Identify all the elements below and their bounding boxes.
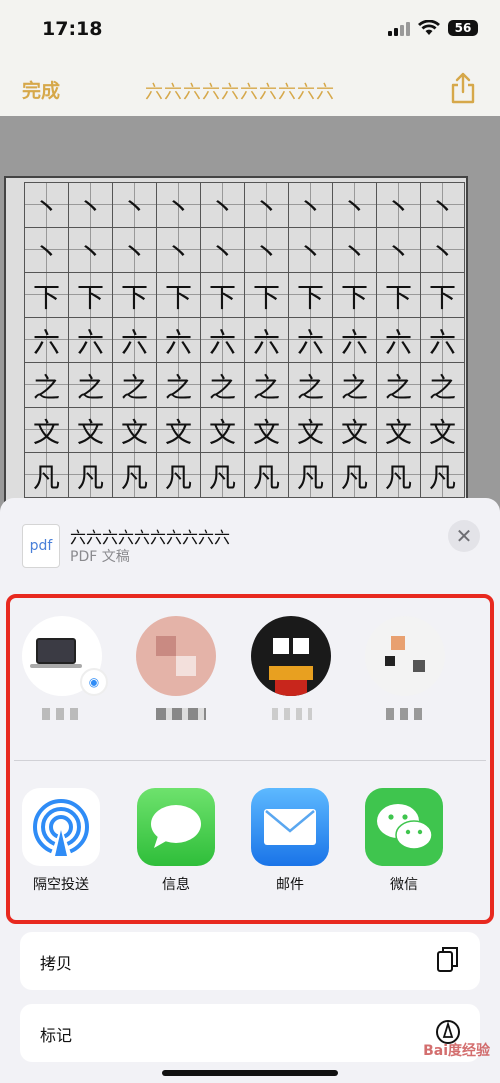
grid-cell: 丶 xyxy=(25,183,69,228)
grid-cell: 丶 xyxy=(201,183,245,228)
grid-cell: 之 xyxy=(289,363,333,408)
close-button[interactable]: ✕ xyxy=(448,520,480,552)
grid-cell: 凡 xyxy=(157,453,201,498)
grid-cell: 之 xyxy=(201,363,245,408)
document-title: 六六六六六六六六六六 xyxy=(145,82,335,103)
copy-action[interactable]: 拷贝 xyxy=(20,932,480,990)
grid-cell: 六 xyxy=(421,318,465,363)
grid-cell: 六 xyxy=(69,318,113,363)
grid-cell: 丶 xyxy=(113,228,157,273)
battery-indicator: 56 xyxy=(448,20,478,36)
grid-cell: 丶 xyxy=(333,228,377,273)
copy-icon xyxy=(434,946,462,974)
share-icon[interactable] xyxy=(450,72,476,104)
grid-cell: 下 xyxy=(421,273,465,318)
grid-cell: 之 xyxy=(69,363,113,408)
grid-cell: 凡 xyxy=(69,453,113,498)
grid-cell: 文 xyxy=(201,408,245,453)
grid-cell: 凡 xyxy=(245,453,289,498)
grid-cell: 文 xyxy=(157,408,201,453)
grid-cell: 之 xyxy=(157,363,201,408)
grid-cell: 凡 xyxy=(333,453,377,498)
grid-cell: 六 xyxy=(245,318,289,363)
copy-label: 拷贝 xyxy=(40,954,73,973)
grid-cell: 凡 xyxy=(113,453,157,498)
grid-cell: 凡 xyxy=(25,453,69,498)
markup-label: 标记 xyxy=(40,1026,73,1045)
grid-cell: 六 xyxy=(289,318,333,363)
grid-cell: 之 xyxy=(333,363,377,408)
share-sheet: pdf 六六六六六六六六六六 PDF 文稿 ✕ ◉ 隔空投送 信息 邮件 微信 … xyxy=(0,498,500,1083)
grid-cell: 下 xyxy=(245,273,289,318)
grid-cell: 下 xyxy=(333,273,377,318)
grid-cell: 文 xyxy=(69,408,113,453)
grid-cell: 下 xyxy=(113,273,157,318)
grid-cell: 丶 xyxy=(245,183,289,228)
close-icon: ✕ xyxy=(455,524,473,548)
grid-cell: 丶 xyxy=(421,228,465,273)
practice-grid: 丶丶丶丶丶丶丶丶丶丶丶丶丶丶丶丶丶丶丶丶下下下下下下下下下下六六六六六六六六六六… xyxy=(24,182,465,498)
grid-cell: 文 xyxy=(289,408,333,453)
grid-cell: 文 xyxy=(113,408,157,453)
grid-cell: 六 xyxy=(201,318,245,363)
grid-cell: 下 xyxy=(25,273,69,318)
file-name: 六六六六六六六六六六 xyxy=(70,528,231,547)
grid-cell: 文 xyxy=(333,408,377,453)
navigation-bar: 完成 六六六六六六六六六六 xyxy=(0,62,500,116)
grid-cell: 六 xyxy=(333,318,377,363)
grid-cell: 丶 xyxy=(201,228,245,273)
grid-cell: 下 xyxy=(157,273,201,318)
grid-cell: 丶 xyxy=(113,183,157,228)
grid-cell: 文 xyxy=(245,408,289,453)
status-time: 17:18 xyxy=(42,18,103,40)
grid-cell: 凡 xyxy=(377,453,421,498)
grid-cell: 丶 xyxy=(25,228,69,273)
grid-cell: 丶 xyxy=(377,228,421,273)
highlight-box xyxy=(6,594,494,924)
grid-cell: 丶 xyxy=(157,228,201,273)
grid-cell: 之 xyxy=(421,363,465,408)
grid-cell: 下 xyxy=(69,273,113,318)
grid-cell: 文 xyxy=(377,408,421,453)
grid-cell: 丶 xyxy=(289,228,333,273)
grid-cell: 丶 xyxy=(157,183,201,228)
grid-cell: 丶 xyxy=(289,183,333,228)
grid-cell: 丶 xyxy=(333,183,377,228)
grid-cell: 凡 xyxy=(289,453,333,498)
grid-cell: 六 xyxy=(25,318,69,363)
grid-cell: 丶 xyxy=(69,228,113,273)
grid-cell: 文 xyxy=(421,408,465,453)
grid-cell: 六 xyxy=(157,318,201,363)
grid-cell: 之 xyxy=(377,363,421,408)
document-preview: 丶丶丶丶丶丶丶丶丶丶丶丶丶丶丶丶丶丶丶丶下下下下下下下下下下六六六六六六六六六六… xyxy=(4,176,468,516)
status-bar: 17:18 56 xyxy=(0,0,500,62)
grid-cell: 六 xyxy=(113,318,157,363)
grid-cell: 丶 xyxy=(69,183,113,228)
status-icons: 56 xyxy=(388,20,478,36)
grid-cell: 凡 xyxy=(201,453,245,498)
grid-cell: 六 xyxy=(377,318,421,363)
grid-cell: 下 xyxy=(201,273,245,318)
grid-cell: 丶 xyxy=(245,228,289,273)
markup-action[interactable]: 标记 xyxy=(20,1004,480,1062)
grid-cell: 之 xyxy=(113,363,157,408)
pdf-file-icon: pdf xyxy=(22,524,60,568)
grid-cell: 下 xyxy=(289,273,333,318)
grid-cell: 文 xyxy=(25,408,69,453)
watermark: Bai度经验 xyxy=(423,1043,490,1059)
cellular-signal-icon xyxy=(388,20,410,36)
file-type: PDF 文稿 xyxy=(70,549,130,565)
grid-cell: 丶 xyxy=(377,183,421,228)
grid-cell: 下 xyxy=(377,273,421,318)
grid-cell: 丶 xyxy=(421,183,465,228)
grid-cell: 凡 xyxy=(421,453,465,498)
grid-cell: 之 xyxy=(245,363,289,408)
grid-cell: 之 xyxy=(25,363,69,408)
done-button[interactable]: 完成 xyxy=(22,76,60,103)
wifi-icon xyxy=(418,20,440,35)
home-indicator[interactable] xyxy=(162,1070,338,1076)
